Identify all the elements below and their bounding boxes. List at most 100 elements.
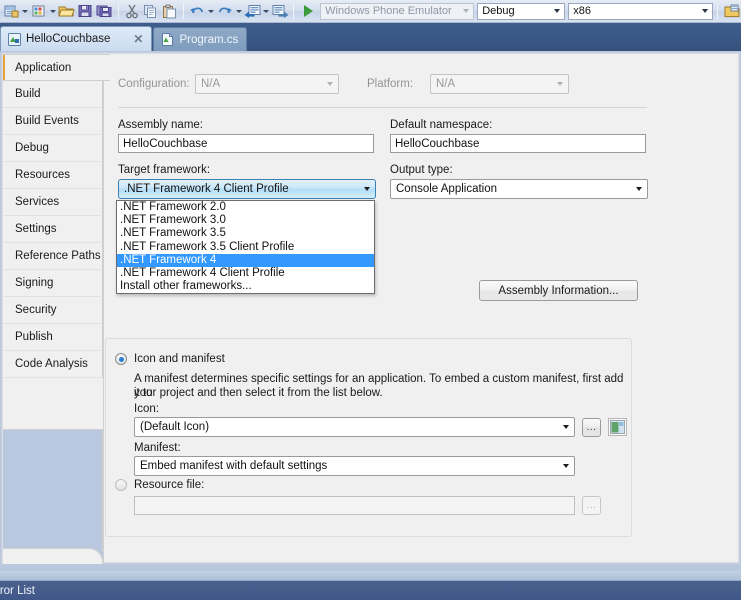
paste-icon[interactable] [160,1,179,22]
default-namespace-label: Default namespace: [390,119,493,131]
undo-icon[interactable] [188,1,207,22]
icon-browse-label: ... [586,422,597,433]
application-properties-pane: Configuration: N/A Platform: N/A Assembl… [103,54,738,562]
sidebar-item-resources[interactable]: Resources [3,162,103,189]
assembly-information-button[interactable]: Assembly Information... [479,280,638,301]
new-project-dropdown-arrow[interactable] [21,1,30,22]
resource-file-browse-button[interactable]: ... [582,496,601,515]
target-device-combo[interactable]: Windows Phone Emulator [320,2,475,20]
navigate-backward-dropdown-arrow[interactable] [262,1,271,22]
sidebar-item-code-analysis[interactable]: Code Analysis [3,351,103,378]
sidebar-item-build[interactable]: Build [3,81,103,108]
target-framework-combo[interactable]: .NET Framework 4 Client Profile [118,179,376,199]
target-framework-label: Target framework: [118,164,211,176]
redo-icon[interactable] [215,1,234,22]
sidebar-item-label: Security [15,304,57,316]
solution-configuration-combo[interactable]: Debug [477,2,566,20]
sidebar-item-publish[interactable]: Publish [3,324,103,351]
section-divider [118,107,647,108]
close-icon[interactable]: ✕ [133,33,143,45]
new-item-icon[interactable] [30,1,49,22]
toolbar-separator [117,3,119,19]
icon-label: Icon: [134,403,159,415]
tab-hellocouchbase[interactable]: HelloCouchbase ✕ [0,26,153,51]
configuration-combo[interactable]: N/A [195,74,339,94]
save-icon[interactable] [76,1,95,22]
resources-group-box: Icon and manifest A manifest determines … [105,338,632,537]
icon-combo[interactable]: (Default Icon) [134,417,575,437]
tab-program-cs[interactable]: Program.cs [153,27,248,51]
dropdown-option[interactable]: .NET Framework 3.5 [117,227,374,240]
sidebar-item-settings[interactable]: Settings [3,216,103,243]
window-bottom-strip [0,571,741,580]
assembly-name-input[interactable]: HelloCouchbase [118,134,374,153]
icon-browse-button[interactable]: ... [582,418,601,437]
chevron-down-icon [557,457,574,475]
sidebar-item-label: Services [15,196,60,208]
platform-label: Platform: [367,78,414,90]
output-type-label: Output type: [390,164,453,176]
undo-dropdown-arrow[interactable] [206,1,215,22]
dropdown-option[interactable]: .NET Framework 3.0 [117,214,374,227]
navigate-backward-icon[interactable] [243,1,262,22]
sidebar-item-build-events[interactable]: Build Events [3,108,103,135]
chevron-down-icon [458,4,473,19]
error-list-tab[interactable]: rror List [0,580,741,600]
visual-studio-window: Windows Phone Emulator Debug x86 HelloCo… [0,0,741,600]
sidebar-item-label: Signing [15,277,54,289]
copy-icon[interactable] [141,1,160,22]
start-debugging-icon[interactable] [298,1,317,22]
dropdown-option[interactable]: Install other frameworks... [117,280,374,293]
sidebar-item-reference-paths[interactable]: Reference Paths [3,243,103,270]
dropdown-option[interactable]: .NET Framework 3.5 Client Profile [117,241,374,254]
configuration-platform-row: Configuration: N/A Platform: N/A [118,74,718,94]
default-namespace-input[interactable]: HelloCouchbase [390,134,646,153]
chevron-down-icon [630,180,647,198]
configuration-value: N/A [201,78,221,90]
icon-and-manifest-radio-row[interactable]: Icon and manifest [115,353,225,365]
toolbar-separator [293,3,295,19]
designer-surface: Application Build Build Events Debug Res… [0,51,741,580]
open-file-icon[interactable] [57,1,76,22]
cut-icon[interactable] [123,1,142,22]
sidebar-item-label: Build [15,88,41,100]
dropdown-option-selected[interactable]: .NET Framework 4 [117,253,374,267]
redo-dropdown-arrow[interactable] [234,1,243,22]
sidebar-item-label: Settings [15,223,57,235]
solution-platform-combo[interactable]: x86 [568,2,714,20]
dropdown-option[interactable]: .NET Framework 4 Client Profile [117,267,374,280]
sidebar-item-signing[interactable]: Signing [3,270,103,297]
resource-file-input[interactable] [134,496,575,515]
manifest-description-line2: your project and then select it from the… [134,387,383,399]
solution-configuration-value: Debug [482,5,515,17]
icon-and-manifest-radio[interactable] [115,353,127,365]
dropdown-option[interactable]: .NET Framework 2.0 [117,201,374,214]
resource-file-radio-row[interactable]: Resource file: [115,479,204,491]
new-item-dropdown-arrow[interactable] [48,1,57,22]
new-project-icon[interactable] [2,1,21,22]
manifest-combo[interactable]: Embed manifest with default settings [134,456,575,476]
csharp-file-icon [161,33,174,46]
manifest-value: Embed manifest with default settings [140,460,328,472]
names-label-row: Assembly name: Default namespace: [118,119,718,131]
solution-explorer-icon[interactable] [722,1,741,22]
icon-and-manifest-label: Icon and manifest [134,353,225,365]
resource-file-browse-label: ... [586,500,597,511]
target-device-value: Windows Phone Emulator [325,5,452,17]
resource-file-radio[interactable] [115,479,127,491]
chevron-down-icon [321,75,338,93]
sidebar-item-security[interactable]: Security [3,297,103,324]
platform-combo[interactable]: N/A [430,74,569,94]
sidebar-item-application[interactable]: Application [3,54,110,81]
framework-label-row: Target framework: Output type: [118,164,718,176]
output-type-combo[interactable]: Console Application [390,179,648,199]
sidebar-item-label: Debug [15,142,49,154]
chevron-down-icon [549,4,564,19]
sidebar-item-debug[interactable]: Debug [3,135,103,162]
project-properties-designer: Application Build Build Events Debug Res… [2,53,739,564]
navigate-forward-icon[interactable] [271,1,290,22]
icon-preview-thumbnail [608,418,627,436]
target-framework-dropdown-list[interactable]: .NET Framework 2.0 .NET Framework 3.0 .N… [116,200,375,295]
save-all-icon[interactable] [95,1,114,22]
sidebar-item-services[interactable]: Services [3,189,103,216]
